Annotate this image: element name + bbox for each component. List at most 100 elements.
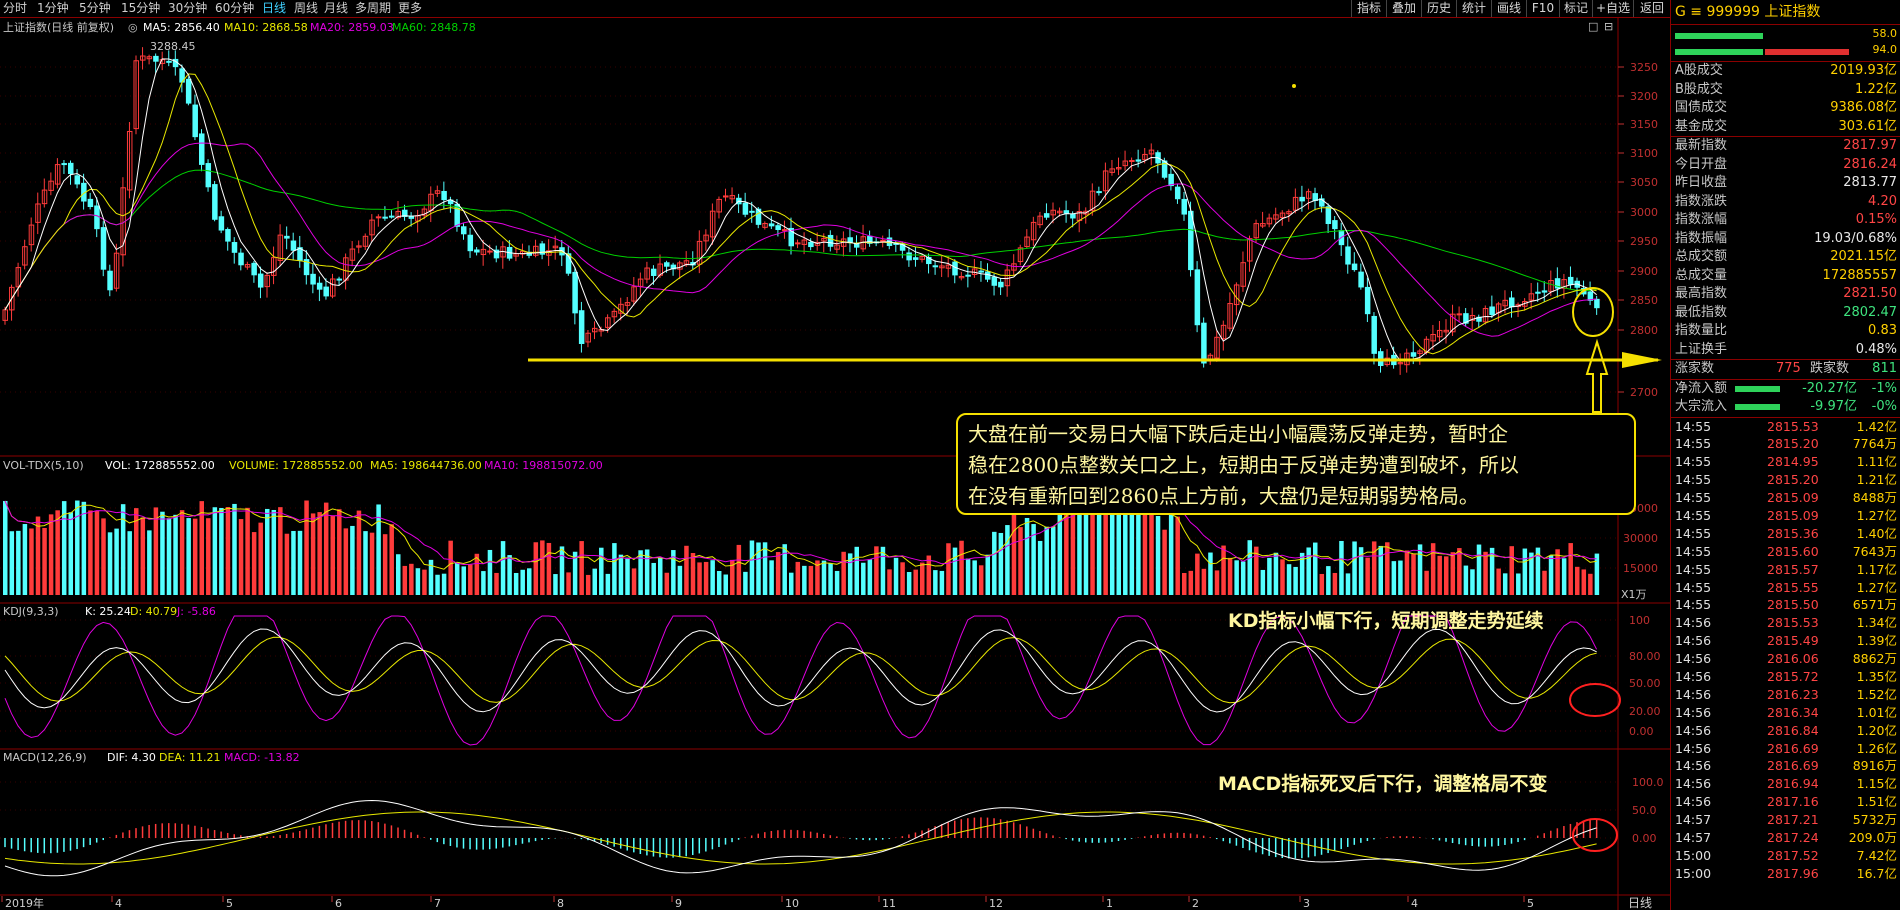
tf-5min[interactable]: 5分钟 — [79, 1, 111, 16]
volume-bar — [520, 569, 525, 595]
tf-monthly[interactable]: 月线 — [324, 1, 348, 16]
legend-ma10: MA10: 2868.58 — [224, 21, 308, 34]
tf-weekly[interactable]: 周线 — [294, 1, 318, 16]
tool-draw[interactable]: 画线 — [1491, 0, 1526, 17]
stat-row: 今日开盘 2816.24 — [1675, 156, 1897, 172]
candle-body — [1358, 271, 1364, 288]
month-label: 7 — [434, 897, 441, 910]
tf-more[interactable]: 更多 — [398, 1, 422, 16]
legend-circle-icon[interactable]: ◎ — [128, 21, 138, 34]
volume-bar — [599, 547, 604, 595]
volume-bar — [946, 543, 951, 595]
volume-bar — [422, 569, 427, 595]
volume-bar — [1195, 553, 1200, 595]
quote-title[interactable]: G ≡ 999999 上证指数 — [1671, 0, 1900, 25]
volume-bar — [238, 519, 244, 595]
price-tick-label: 3200 — [1630, 90, 1658, 103]
volume-bar — [304, 500, 309, 595]
tf-30min[interactable]: 30分钟 — [168, 1, 207, 16]
volume-bar — [1149, 510, 1154, 595]
tool-history[interactable]: 历史 — [1421, 0, 1456, 17]
tf-1min[interactable]: 1分钟 — [37, 1, 69, 16]
volume-bar — [291, 530, 296, 595]
tool-f10[interactable]: F10 — [1526, 0, 1559, 17]
month-label: 6 — [335, 897, 342, 910]
tool-overlay[interactable]: 叠加 — [1386, 0, 1421, 17]
volume-bar — [337, 509, 342, 595]
candle-body — [323, 286, 329, 297]
volume-bar — [1509, 546, 1514, 595]
tf-multi[interactable]: 多周期 — [355, 1, 391, 16]
volume-bar — [1293, 566, 1298, 595]
tool-stats[interactable]: 统计 — [1456, 0, 1491, 17]
stat-row: 最低指数 2802.47 — [1675, 304, 1897, 320]
volume-bar — [1208, 552, 1213, 595]
volume-bar — [1476, 544, 1482, 595]
volume-bar — [710, 560, 715, 595]
tf-60min[interactable]: 60分钟 — [215, 1, 254, 16]
volume-bar — [1371, 541, 1377, 595]
tick-list[interactable]: 14:55 2815.53 1.42亿 14:55 2815.20 7764万 14:55 2… — [1671, 416, 1900, 883]
candle-body — [192, 104, 198, 138]
volume-bar — [350, 525, 355, 595]
tool-indicator[interactable]: 指标 — [1351, 0, 1386, 17]
stat-row: 昨日收盘 2813.77 — [1675, 175, 1897, 190]
candle-body — [87, 198, 94, 208]
volume-bar — [1345, 573, 1351, 595]
tick-row: 14:55 2815.20 7764万 — [1675, 436, 1897, 452]
candle-body — [1043, 213, 1050, 218]
stat-row: 基金成交 303.61亿 — [1675, 118, 1897, 134]
volume-bar — [795, 561, 801, 595]
macd-legend-dif: DIF: 4.30 — [107, 751, 156, 764]
tool-back[interactable]: 返回 — [1633, 0, 1670, 17]
volume-bar — [1542, 570, 1547, 595]
volume-bar — [1339, 540, 1344, 595]
candle-body — [310, 273, 316, 285]
tf-fenshi[interactable]: 分时 — [3, 1, 27, 16]
tool-mark[interactable]: 标记 — [1559, 0, 1592, 17]
ma20-line — [4, 142, 1597, 337]
volume-bar — [147, 530, 152, 595]
volume-bar — [1051, 526, 1056, 595]
macd-legend-dea: DEA: 11.21 — [159, 751, 220, 764]
volume-bar — [965, 558, 971, 595]
volume-bar — [258, 522, 263, 595]
volume-bar — [651, 562, 656, 595]
price-tick-label: 2800 — [1630, 324, 1658, 337]
callout-line-1: 大盘在前一交易日大幅下跌后走出小幅震荡反弹走势，暂时企 — [968, 422, 1508, 446]
volume-bar — [1024, 517, 1030, 595]
volume-bar — [1018, 527, 1023, 595]
stat-row: 最高指数 2821.50 — [1675, 286, 1897, 301]
volume-bar — [389, 524, 394, 595]
volume-bar — [703, 561, 709, 595]
kdj-legend-name: KDJ(9,3,3) — [3, 605, 59, 618]
stat-row: 总成交额 2021.15亿 — [1675, 249, 1897, 264]
tf-15min[interactable]: 15分钟 — [121, 1, 160, 16]
candle-body — [185, 78, 192, 104]
volume-bar — [743, 571, 748, 595]
candle-body — [238, 252, 244, 266]
period-label: 日线 — [1628, 896, 1652, 910]
window-buttons[interactable]: ⊟ □ — [1588, 20, 1613, 33]
candle-body — [880, 239, 886, 242]
candle-body — [336, 278, 343, 281]
volume-bar — [225, 507, 231, 595]
candle-body — [1489, 306, 1495, 316]
candle-body — [1063, 210, 1070, 214]
stat-row: 上证换手 0.48% — [1675, 341, 1897, 357]
volume-bar — [1273, 552, 1279, 595]
candle-body — [467, 234, 474, 252]
candle-body — [1371, 315, 1377, 354]
candle-body — [74, 175, 81, 185]
candle-body — [382, 216, 388, 219]
tool-add-watch[interactable]: +自选 — [1592, 0, 1633, 17]
tf-daily[interactable]: 日线 — [262, 1, 286, 16]
candle-body — [474, 249, 480, 253]
candle-body — [205, 163, 212, 188]
volume-bar — [546, 542, 552, 595]
volume-bar — [396, 554, 401, 595]
volume-bar — [933, 570, 938, 595]
kd-note: KD指标小幅下行，短期调整走势延续 — [1228, 609, 1544, 632]
high-price-label: 3288.45 — [150, 40, 196, 53]
volume-bar — [94, 510, 100, 595]
